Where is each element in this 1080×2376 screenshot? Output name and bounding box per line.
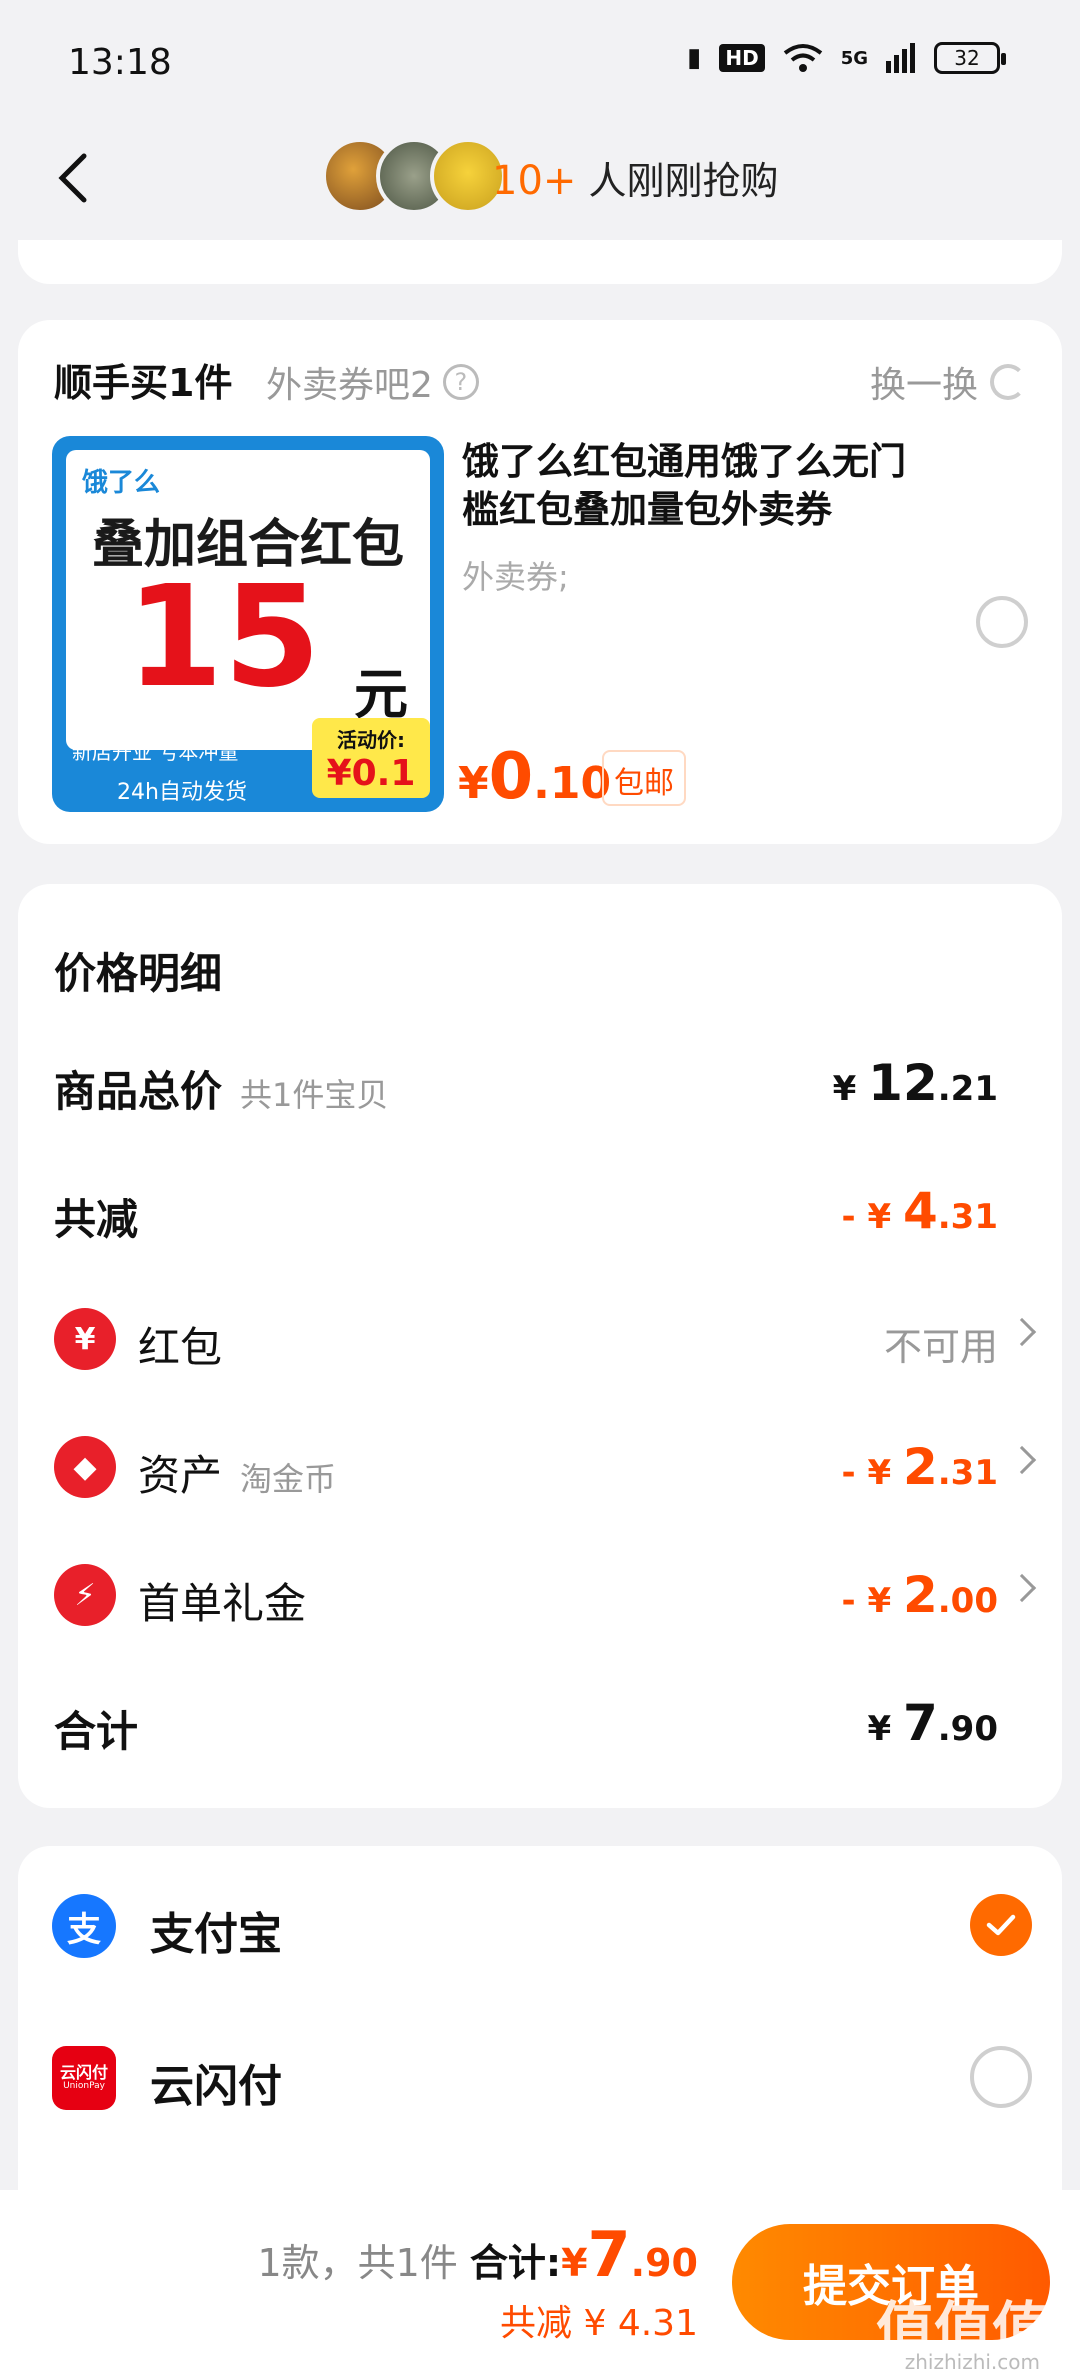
price-int: 0 bbox=[488, 740, 534, 814]
payment-option-alipay[interactable]: 支 支付宝 bbox=[52, 1890, 1032, 1970]
watermark-url: zhizhizhi.com bbox=[904, 2350, 1040, 2374]
status-bar: 13:18 ▮ HD 5G 32 bbox=[0, 0, 1080, 120]
chevron-left-icon bbox=[58, 153, 87, 203]
order-summary: 1款，共1件 合计:¥7.90 bbox=[257, 2218, 698, 2291]
refresh-icon bbox=[990, 364, 1026, 400]
alipay-icon: 支 bbox=[52, 1894, 116, 1958]
buyer-avatars bbox=[322, 138, 506, 214]
sum-total: ¥7.90 bbox=[561, 2218, 698, 2291]
brand-logo: 饿了么 bbox=[82, 468, 161, 498]
buyers-label: 人刚刚抢购 bbox=[576, 159, 779, 203]
sum-less: 共减 ¥ 4.31 bbox=[500, 2303, 698, 2344]
back-button[interactable] bbox=[36, 142, 108, 214]
price-detail-card: 价格明细 商品总价 共1件宝贝 ¥ 12.21 共减 - ¥ 4.31 ¥ 红包 … bbox=[18, 884, 1062, 1808]
item-count: 1款，共1件 bbox=[257, 2241, 470, 2285]
check-icon[interactable] bbox=[970, 1894, 1032, 1956]
addon-subtitle-text: 外卖券吧2 bbox=[266, 365, 433, 406]
tag-icon: ◆ bbox=[54, 1436, 116, 1498]
addon-title: 顺手买1件 bbox=[54, 361, 233, 405]
asset-label: 资产 淘金币 bbox=[138, 1451, 337, 1500]
product-name[interactable]: 饿了么红包通用饿了么无门槛红包叠加量包外卖券 bbox=[462, 438, 942, 534]
help-icon[interactable]: ? bbox=[442, 364, 479, 400]
red-packet-value: 不可用 bbox=[883, 1325, 998, 1369]
signal-icon bbox=[886, 43, 915, 73]
unionpay-radio[interactable] bbox=[970, 2046, 1032, 2108]
chevron-right-icon bbox=[1007, 1573, 1037, 1603]
asset-sub: 淘金币 bbox=[240, 1460, 337, 1498]
addon-select-radio[interactable] bbox=[976, 596, 1028, 648]
refresh-button[interactable]: 换一换 bbox=[870, 356, 1026, 408]
product-category: 外卖券; bbox=[462, 558, 569, 596]
first-order-amount: - ¥ 2.00 bbox=[841, 1566, 998, 1624]
product-price: ¥0.10 bbox=[458, 740, 611, 814]
hd-icon: HD bbox=[719, 44, 765, 72]
lightning-icon: ⚡ bbox=[54, 1564, 116, 1626]
goods-total-row: 商品总价 共1件宝贝 ¥ 12.21 bbox=[54, 1048, 1026, 1118]
free-shipping-badge: 包邮 bbox=[602, 750, 686, 806]
activity-label: 活动价: bbox=[337, 728, 405, 752]
battery-icon: 32 bbox=[934, 42, 1006, 74]
goods-total-label: 商品总价 共1件宝贝 bbox=[54, 1067, 389, 1116]
addon-subtitle: 外卖券吧2 ? bbox=[266, 356, 479, 408]
previous-card-bottom bbox=[18, 240, 1062, 284]
refresh-label: 换一换 bbox=[869, 365, 978, 406]
image-tags: 新店开业 亏本冲量 bbox=[72, 740, 239, 764]
chevron-right-icon bbox=[1007, 1317, 1037, 1347]
goods-total-sub: 共1件宝贝 bbox=[240, 1076, 389, 1114]
unionpay-icon-sub: UnionPay bbox=[63, 2080, 105, 2091]
first-order-label: 首单礼金 bbox=[138, 1579, 307, 1628]
asset-row[interactable]: ◆ 资产 淘金币 - ¥ 2.31 bbox=[54, 1432, 1037, 1502]
status-time: 13:18 bbox=[68, 42, 172, 83]
price-dec: .10 bbox=[533, 758, 612, 809]
unionpay-label: 云闪付 bbox=[150, 2061, 282, 2112]
wifi-icon bbox=[783, 44, 822, 72]
goods-total-amount: ¥ 12.21 bbox=[832, 1054, 998, 1112]
product-image-inner: 饿了么 叠加组合红包 15 元 bbox=[66, 450, 430, 750]
image-activity-price: 活动价: ¥0.1 bbox=[312, 718, 430, 798]
activity-price: ¥0.1 bbox=[326, 753, 416, 794]
asset-amount: - ¥ 2.31 bbox=[841, 1438, 998, 1496]
first-order-row[interactable]: ⚡ 首单礼金 - ¥ 2.00 bbox=[54, 1560, 1037, 1630]
nav-bar: 10+ 人刚刚抢购 bbox=[0, 120, 1080, 240]
payment-option-unionpay[interactable]: 云闪付 UnionPay 云闪付 bbox=[52, 2042, 1032, 2122]
vibrate-icon: ▮ bbox=[687, 43, 702, 73]
total-less-row: 共减 - ¥ 4.31 bbox=[54, 1176, 1026, 1246]
total-label: 合计 bbox=[54, 1707, 139, 1756]
total-row: 合计 ¥ 7.90 bbox=[54, 1688, 1026, 1758]
chevron-right-icon bbox=[1007, 1445, 1037, 1475]
product-image[interactable]: 饿了么 叠加组合红包 15 元 新店开业 亏本冲量 24h自动发货 活动价: ¥… bbox=[52, 436, 444, 812]
total-less-amount: - ¥ 4.31 bbox=[841, 1182, 998, 1240]
alipay-label: 支付宝 bbox=[150, 1909, 282, 1960]
red-packet-row[interactable]: ¥ 红包 不可用 bbox=[54, 1304, 1037, 1374]
red-packet-label: 红包 bbox=[138, 1323, 223, 1372]
image-ship: 24h自动发货 bbox=[117, 780, 247, 805]
unionpay-icon: 云闪付 UnionPay bbox=[52, 2046, 116, 2110]
total-less-label: 共减 bbox=[54, 1195, 139, 1244]
recent-buyers-text: 10+ 人刚刚抢购 bbox=[492, 150, 779, 205]
price-symbol: ¥ bbox=[458, 758, 489, 809]
addon-card: 顺手买1件 外卖券吧2 ? 换一换 饿了么 叠加组合红包 15 元 新店开业 亏… bbox=[18, 320, 1062, 844]
status-icons: ▮ HD 5G 32 bbox=[687, 42, 1006, 74]
total-amount: ¥ 7.90 bbox=[867, 1694, 998, 1752]
sum-label: 合计: bbox=[469, 2241, 562, 2285]
image-amount: 15 bbox=[126, 556, 321, 719]
buyers-count: 10+ bbox=[492, 158, 577, 204]
network-label: 5G bbox=[840, 47, 868, 69]
price-detail-title: 价格明细 bbox=[54, 949, 223, 998]
red-packet-icon: ¥ bbox=[54, 1308, 116, 1370]
unionpay-icon-text: 云闪付 bbox=[59, 2063, 108, 2083]
